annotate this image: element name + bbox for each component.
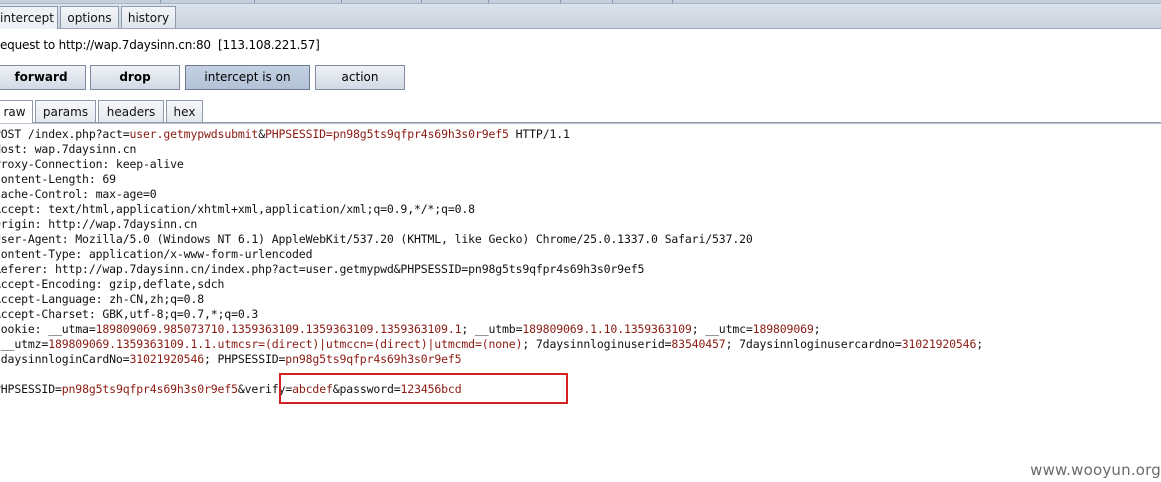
header-line: Cache-Control: max-age=0: [0, 187, 157, 201]
header-line: Content-Type: application/x-www-form-url…: [0, 247, 313, 261]
highlight-box: [279, 373, 568, 404]
cookie-line: Cookie: __utma=189809069.985073710.13593…: [0, 322, 821, 336]
tab-headers[interactable]: headers: [98, 100, 164, 122]
header-line: Accept-Encoding: gzip,deflate,sdch: [0, 277, 225, 291]
header-line: Accept: text/html,application/xhtml+xml,…: [0, 202, 475, 216]
tab-intercept[interactable]: intercept: [0, 6, 58, 29]
tab-hex[interactable]: hex: [166, 100, 203, 122]
watermark: www.wooyun.org: [1030, 461, 1161, 479]
request-target-label: equest to http://wap.7daysinn.cn:80 [113…: [0, 38, 320, 52]
cookie-line-continued: 7daysinnloginCardNo=31021920546; PHPSESS…: [0, 352, 462, 366]
tab-history[interactable]: history: [121, 6, 176, 28]
forward-button[interactable]: forward: [0, 65, 86, 90]
drop-button[interactable]: drop: [90, 65, 180, 90]
message-view-tab-bar: raw params headers hex: [0, 98, 1161, 123]
header-line: Accept-Charset: GBK,utf-8;q=0.7,*;q=0.3: [0, 307, 259, 321]
request-line: POST /index.php?act=user.getmypwdsubmit&…: [0, 127, 570, 141]
header-line: Accept-Language: zh-CN,zh;q=0.8: [0, 292, 204, 306]
tab-params[interactable]: params: [35, 100, 96, 122]
header-line: Host: wap.7daysinn.cn: [0, 142, 137, 156]
tab-options[interactable]: options: [60, 6, 119, 28]
header-line: User-Agent: Mozilla/5.0 (Windows NT 6.1)…: [0, 232, 753, 246]
main-tab-bar: intercept options history: [0, 4, 1161, 29]
intercept-toggle-button[interactable]: intercept is on: [185, 65, 310, 90]
cookie-line-continued: __utmz=189809069.1359363109.1.1.utmcsr=(…: [0, 337, 984, 351]
tab-raw[interactable]: raw: [0, 100, 33, 123]
raw-request-editor[interactable]: POST /index.php?act=user.getmypwdsubmit&…: [0, 123, 1161, 404]
action-button[interactable]: action: [315, 65, 405, 90]
header-line: Origin: http://wap.7daysinn.cn: [0, 217, 198, 231]
header-line: Content-Length: 69: [0, 172, 116, 186]
header-line: Proxy-Connection: keep-alive: [0, 157, 184, 171]
header-line: Referer: http://wap.7daysinn.cn/index.ph…: [0, 262, 645, 276]
